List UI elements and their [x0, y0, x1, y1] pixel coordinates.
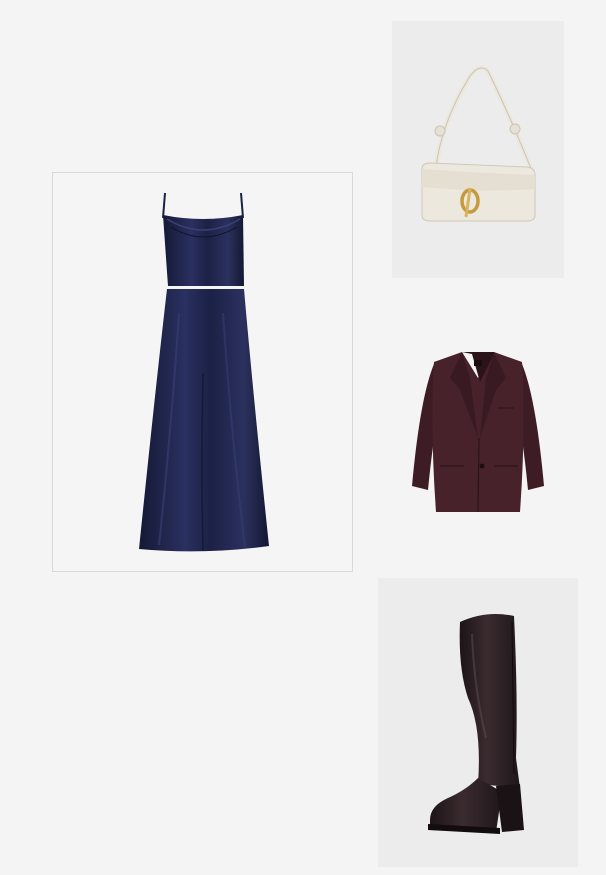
- boot-card[interactable]: [378, 578, 578, 867]
- blazer-card[interactable]: [398, 338, 558, 528]
- blazer-icon: [412, 352, 544, 513]
- satin-slip-dress-icon: [139, 192, 269, 552]
- shoulder-bag-icon: [421, 65, 536, 222]
- bag-card[interactable]: [392, 21, 564, 278]
- knee-high-boot-icon: [428, 614, 524, 834]
- dress-card[interactable]: [52, 172, 353, 572]
